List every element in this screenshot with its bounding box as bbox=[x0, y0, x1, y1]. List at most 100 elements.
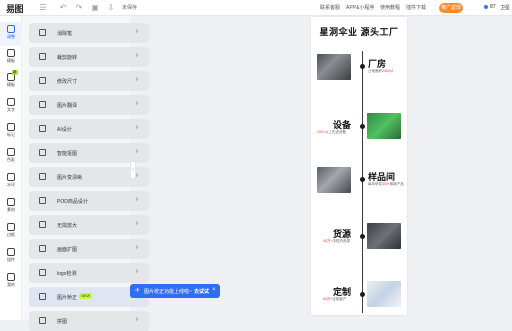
chevron-right-icon: › bbox=[135, 316, 138, 323]
chevron-right-icon: › bbox=[135, 268, 138, 275]
equipment-photo bbox=[367, 113, 401, 139]
component-icon bbox=[7, 248, 15, 256]
tool-cutout[interactable]: 智能抠图 › bbox=[29, 143, 149, 163]
text-icon bbox=[7, 98, 15, 106]
chevron-right-icon: › bbox=[135, 220, 138, 227]
rail-item-my[interactable]: 我的 bbox=[0, 270, 22, 294]
collage-icon bbox=[39, 317, 46, 324]
material-icon bbox=[7, 198, 15, 206]
tool-crop[interactable]: 裁剪旋转 › bbox=[29, 47, 149, 67]
tool-expand[interactable]: 画面扩图 › bbox=[29, 239, 149, 259]
timeline-dot bbox=[359, 124, 365, 129]
sample-room-photo bbox=[317, 167, 351, 193]
timeline-dot bbox=[359, 292, 365, 297]
chevron-right-icon: › bbox=[135, 100, 138, 107]
pod-icon bbox=[39, 197, 46, 204]
correct-icon bbox=[39, 293, 46, 300]
poster-title: 星洞伞业 源头工厂 bbox=[319, 27, 399, 37]
my-icon bbox=[7, 273, 15, 281]
app-logo[interactable]: 易图 bbox=[6, 2, 24, 15]
rail-item-color[interactable]: 色彩 bbox=[0, 145, 22, 169]
watermark-icon bbox=[7, 173, 15, 181]
tool-logo-detect[interactable]: logo检测 › bbox=[29, 263, 149, 283]
timeline-dot bbox=[359, 234, 365, 239]
tool-resize[interactable]: 修改尺寸 › bbox=[29, 71, 149, 91]
redo-icon[interactable]: ↷ bbox=[74, 3, 84, 13]
eraser-icon bbox=[39, 29, 46, 36]
section-subtitle: 40万+伞现货资源 bbox=[323, 239, 350, 243]
rail-item-component[interactable]: 组件 bbox=[0, 245, 22, 269]
panel-collapse-handle[interactable]: ‹ bbox=[130, 161, 136, 179]
new-tag: NEW bbox=[79, 293, 93, 299]
section-subtitle: 每年研发300+款新产品 bbox=[368, 182, 404, 186]
section-subtitle: 100+以上先进设备 bbox=[317, 130, 346, 134]
design-canvas[interactable]: 星洞伞业 源头工厂 厂房 占地面积2400㎡ 设备 100+以上先进设备 样品间… bbox=[311, 17, 407, 315]
logo-detect-icon bbox=[39, 269, 46, 276]
tutorial-link[interactable]: 使用教程 bbox=[380, 4, 400, 11]
chevron-right-icon: › bbox=[135, 244, 138, 251]
tool-collage[interactable]: 拼图 › bbox=[29, 311, 149, 331]
cutout-icon bbox=[39, 149, 46, 156]
mark-icon bbox=[7, 123, 15, 131]
timeline-dot bbox=[359, 64, 365, 69]
rail-item-mark[interactable]: 标记 bbox=[0, 120, 22, 144]
close-icon[interactable]: × bbox=[212, 287, 216, 293]
border-icon bbox=[7, 223, 15, 231]
tool-ai-design[interactable]: AI设计 › bbox=[29, 119, 149, 139]
chevron-right-icon: › bbox=[135, 76, 138, 83]
stock-photo bbox=[367, 223, 401, 249]
timeline-dot bbox=[359, 177, 365, 182]
rail-item-text[interactable]: 文字 bbox=[0, 95, 22, 119]
chevron-right-icon: › bbox=[135, 124, 138, 131]
chevron-right-icon: › bbox=[135, 52, 138, 59]
section-subtitle: 60万+定制客户 bbox=[323, 297, 347, 301]
rail-item-watermark[interactable]: 水印 bbox=[0, 170, 22, 194]
timeline-line bbox=[362, 51, 363, 313]
expand-icon bbox=[39, 245, 46, 252]
tool-translate[interactable]: 图片翻译 › bbox=[29, 95, 149, 115]
sharpen-icon bbox=[39, 173, 46, 180]
chevron-right-icon: › bbox=[135, 28, 138, 35]
chevron-right-icon: › bbox=[135, 172, 138, 179]
contact-service-link[interactable]: 联系客服 bbox=[320, 4, 340, 11]
custom-photo bbox=[367, 281, 401, 307]
tool-panel: 消除笔 › 裁剪旋转 › 修改尺寸 › 图片翻译 › AI设计 › 智能抠图 ›… bbox=[22, 16, 149, 331]
chevron-right-icon: › bbox=[135, 196, 138, 203]
ai-design-icon bbox=[39, 125, 46, 132]
megaphone-icon: ✈ bbox=[135, 288, 141, 294]
user-name[interactable]: 卫星 bbox=[500, 4, 510, 11]
undo-icon[interactable]: ↶ bbox=[58, 3, 68, 13]
chevron-right-icon: › bbox=[135, 148, 138, 155]
tool-upscale[interactable]: 无损放大 › bbox=[29, 215, 149, 235]
section-subtitle: 占地面积2400㎡ bbox=[368, 69, 394, 73]
resize-icon bbox=[39, 77, 46, 84]
toast-text: 图片校正功能上线啦~ bbox=[144, 289, 192, 295]
template-icon bbox=[7, 49, 15, 57]
factory-photo bbox=[317, 54, 351, 80]
save-icon[interactable]: ▣ bbox=[90, 3, 100, 13]
translate-icon bbox=[39, 101, 46, 108]
rail-item-border[interactable]: 边框 bbox=[0, 220, 22, 244]
user-level: 87 bbox=[490, 4, 496, 10]
color-icon bbox=[7, 148, 15, 156]
rail-item-material[interactable]: 素材 bbox=[0, 195, 22, 219]
rail-item-adjust[interactable]: 调整 bbox=[0, 22, 22, 46]
referral-button[interactable]: 推广返现 bbox=[439, 3, 463, 13]
left-rail: 调整 模板 新 模板 文字 标记 色彩 水印 素材 边框 组件 我的 bbox=[0, 16, 22, 320]
tool-pod[interactable]: POD商品设计 › bbox=[29, 191, 149, 211]
plugin-download-link[interactable]: 插件下载 bbox=[406, 4, 426, 11]
rail-item-layout[interactable]: 新 模板 bbox=[0, 70, 22, 94]
save-status: 未保存 bbox=[122, 5, 138, 11]
new-badge: 新 bbox=[12, 70, 18, 75]
top-bar: 易图 ☰ ↶ ↷ ▣ ⇩ 未保存 联系客服 APP&小程序 使用教程 插件下载 … bbox=[0, 0, 512, 16]
app-miniprogram-link[interactable]: APP&小程序 bbox=[346, 4, 374, 11]
download-icon[interactable]: ⇩ bbox=[106, 3, 116, 13]
tool-eraser[interactable]: 消除笔 › bbox=[29, 23, 149, 43]
adjust-icon bbox=[7, 25, 15, 33]
feature-toast: ✈ 图片校正功能上线啦~ 去试试 × bbox=[130, 284, 220, 298]
upscale-icon bbox=[39, 221, 46, 228]
crop-icon bbox=[39, 53, 46, 60]
rail-item-template[interactable]: 模板 bbox=[0, 46, 22, 70]
menu-icon[interactable]: ☰ bbox=[38, 3, 48, 13]
toast-try-button[interactable]: 去试试 bbox=[194, 288, 209, 295]
